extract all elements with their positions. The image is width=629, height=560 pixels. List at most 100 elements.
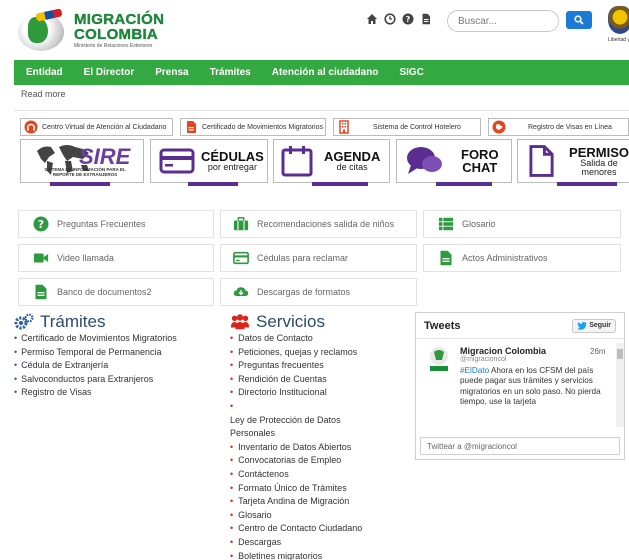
tweet-hashtag[interactable]: #ElDato: [460, 366, 489, 375]
quick-link-centro-virtual[interactable]: Centro Virtual de Atención al Ciudadano: [20, 118, 173, 136]
list-icon: [438, 216, 454, 232]
twitter-widget: Tweets Seguir Migracion Colombia @migrac…: [415, 312, 625, 460]
tile-label: Glosario: [462, 219, 496, 229]
quick-link-certificado[interactable]: Certificado de Movimientos Migratorios: [180, 118, 326, 136]
tweet-item[interactable]: Migracion Colombia @migracioncol 26m #El…: [416, 340, 616, 432]
tramites-title: Trámites: [40, 312, 106, 331]
tile-video-llamada[interactable]: Video llamada: [18, 244, 214, 272]
video-camera-icon: [33, 250, 49, 266]
servicios-item[interactable]: Contáctenos: [230, 468, 410, 482]
tramites-list: Certificado de Movimientos Migratorios P…: [14, 332, 214, 400]
tramites-item[interactable]: Certificado de Movimientos Migratorios: [14, 332, 214, 346]
headset-icon: [24, 120, 38, 134]
search-input[interactable]: [447, 10, 559, 32]
quick-link-control-hotelero[interactable]: Sistema de Control Hotelero: [333, 118, 481, 136]
document-icon[interactable]: [420, 13, 432, 25]
follow-button[interactable]: Seguir: [572, 318, 616, 333]
servicios-title: Servicios: [256, 312, 325, 331]
building-icon: [337, 120, 351, 134]
file-icon: [438, 250, 454, 266]
servicios-item[interactable]: Directorio Institucional: [230, 386, 410, 400]
pdf-icon: [184, 120, 198, 134]
file-icon: [33, 284, 49, 300]
svg-text:?: ?: [38, 218, 44, 231]
banner-underline: [557, 182, 617, 186]
servicios-item[interactable]: Descargas: [230, 536, 410, 550]
banner-foro-chat[interactable]: FORO CHAT: [396, 139, 512, 183]
nav-item-sigc[interactable]: SIGC: [399, 67, 423, 78]
tramites-item[interactable]: Permiso Temporal de Permanencia: [14, 346, 214, 360]
tile-cedulas-reclamar[interactable]: Cédulas para reclamar: [220, 244, 417, 272]
quick-link-label: Centro Virtual de Atención al Ciudadano: [42, 123, 167, 131]
servicios-item[interactable]: Centro de Contacto Ciudadano: [230, 522, 410, 536]
nav-item-entidad[interactable]: Entidad: [26, 67, 63, 78]
calendar-icon: [281, 146, 313, 177]
tramites-item[interactable]: Registro de Visas: [14, 386, 214, 400]
permiso-title: PERMISO: [569, 144, 629, 160]
tile-label: Preguntas Frecuentes: [57, 219, 146, 229]
avatar[interactable]: [426, 346, 452, 374]
scrollbar-thumb[interactable]: [617, 349, 623, 359]
servicios-list: Datos de Contacto Peticiones, quejas y r…: [230, 332, 410, 560]
servicios-item[interactable]: Rendición de Cuentas: [230, 373, 410, 387]
crest-caption: Libertad y Orden: [608, 37, 629, 43]
header: MIGRACIÓN COLOMBIA Ministerio de Relacio…: [0, 0, 629, 60]
servicios-item[interactable]: Peticiones, quejas y reclamos: [230, 346, 410, 360]
tile-label: Actos Administrativos: [462, 253, 548, 263]
banner-permiso[interactable]: PERMISO Salida de menores: [517, 139, 629, 183]
banner-cedulas[interactable]: CÉDULAS por entregar: [150, 139, 268, 183]
coat-of-arms-icon: [608, 6, 629, 34]
nav-item-prensa[interactable]: Prensa: [155, 67, 188, 78]
servicios-item[interactable]: Boletines migratorios: [230, 550, 410, 560]
servicios-item[interactable]: Convocatorias de Empleo: [230, 454, 410, 468]
migracion-logo[interactable]: MIGRACIÓN COLOMBIA Ministerio de Relacio…: [14, 6, 184, 54]
document-outline-icon: [529, 145, 554, 177]
tramites-item[interactable]: Salvoconductos para Extranjeros: [14, 373, 214, 387]
servicios-item[interactable]: Datos de Contacto: [230, 332, 410, 346]
tweet-author-handle[interactable]: @migracioncol: [460, 356, 506, 363]
chat-bubble-icon: [407, 147, 442, 174]
tweets-title: Tweets: [424, 319, 461, 332]
people-icon: [230, 313, 250, 331]
tile-label: Video llamada: [57, 253, 114, 263]
servicios-item[interactable]: Formato Único de Trámites: [230, 482, 410, 496]
tile-label: Banco de documentos2: [57, 287, 152, 297]
read-more-link[interactable]: Read more: [21, 89, 66, 99]
card-icon: [233, 250, 249, 266]
tile-actos-administrativos[interactable]: Actos Administrativos: [423, 244, 621, 272]
home-icon[interactable]: [366, 13, 378, 25]
twitter-bird-icon: [577, 321, 588, 330]
question-icon: ?: [33, 216, 49, 232]
nav-item-director[interactable]: El Director: [84, 67, 135, 78]
tweet-scrollbar[interactable]: [616, 343, 624, 427]
cedulas-subtitle: por entregar: [207, 162, 257, 172]
tile-descargas-formatos[interactable]: Descargas de formatos: [220, 278, 417, 306]
search-button[interactable]: [566, 11, 592, 29]
tile-glosario[interactable]: Glosario: [423, 210, 621, 238]
tweet-timestamp[interactable]: 26m: [590, 347, 606, 356]
servicios-item[interactable]: Ley de Protección de Datos Personales: [230, 400, 360, 441]
banner-underline: [50, 182, 110, 186]
help-icon[interactable]: ?: [402, 13, 414, 25]
nav-item-atencion[interactable]: Atención al ciudadano: [272, 67, 379, 78]
banner-agenda[interactable]: AGENDA de citas: [273, 139, 390, 183]
tile-banco-documentos[interactable]: Banco de documentos2: [18, 278, 214, 306]
clock-icon[interactable]: [384, 13, 396, 25]
servicios-item[interactable]: Tarjeta Andina de Migración: [230, 495, 410, 509]
tramites-item[interactable]: Cédula de Extranjería: [14, 359, 214, 373]
tramites-heading: Trámites: [14, 312, 106, 332]
tweet-author-name[interactable]: Migracion Colombia: [460, 346, 546, 356]
quick-link-registro-visas[interactable]: Registro de Visas en Línea: [488, 118, 629, 136]
tile-preguntas-frecuentes[interactable]: ? Preguntas Frecuentes: [18, 210, 214, 238]
tweet-compose-input[interactable]: [420, 437, 620, 455]
cloud-download-icon: [233, 284, 249, 300]
servicios-item[interactable]: Glosario: [230, 509, 410, 523]
banner-sire[interactable]: SIRE SISTEMA DE INFORMACIÓN PARA EL REPO…: [20, 139, 144, 183]
id-card-icon: [159, 148, 195, 174]
tweet-text: #ElDato Ahora en los CFSM del país puede…: [460, 366, 610, 407]
servicios-item[interactable]: Inventario de Datos Abiertos: [230, 441, 410, 455]
servicios-item[interactable]: Preguntas frecuentes: [230, 359, 410, 373]
tile-recomendaciones[interactable]: Recomendaciones salida de niños: [220, 210, 417, 238]
nav-item-tramites[interactable]: Trámites: [210, 67, 251, 78]
tile-label: Cédulas para reclamar: [257, 253, 349, 263]
